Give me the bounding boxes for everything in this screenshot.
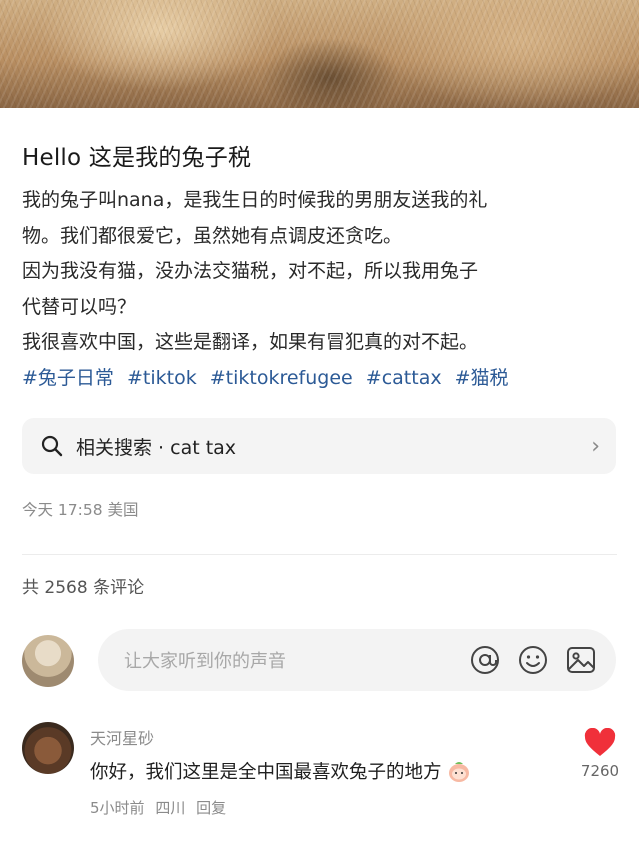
hashtag-link[interactable]: #猫税 <box>455 367 509 389</box>
post-line: 代替可以吗？ <box>22 295 137 318</box>
reply-button[interactable]: 回复 <box>196 799 226 817</box>
comment-input[interactable]: 让大家听到你的声音 <box>98 629 616 691</box>
post-line: 我很喜欢中国，这些是翻译，如果有冒犯真的对不起。 <box>22 331 479 353</box>
post-body: 我的兔子叫nana，是我生日的时候我的男朋友送我的礼 物。我们都很爱它，虽然她有… <box>22 183 622 396</box>
comment-input-placeholder: 让大家听到你的声音 <box>124 651 286 672</box>
post-line: 物。我们都很爱它，虽然她有点调皮还贪吃。 <box>22 224 403 247</box>
hashtag-link[interactable]: #兔子日常 <box>22 367 114 389</box>
post-line: 因为我没有猫，没办法交猫税，对不起，所以我用兔子 <box>22 260 479 282</box>
mention-icon[interactable] <box>468 643 502 677</box>
post-timestamp-location: 今天 17:58 美国 <box>22 501 139 519</box>
image-icon[interactable] <box>564 643 598 677</box>
peach-emoji-icon <box>448 762 469 782</box>
hashtag-link[interactable]: #cattax <box>366 367 442 389</box>
post-image[interactable] <box>0 0 639 108</box>
heart-icon <box>584 728 616 756</box>
hashtag-link[interactable]: #tiktok <box>127 367 197 389</box>
search-icon <box>41 435 63 457</box>
comment-location: 四川 <box>155 799 186 817</box>
comment-time: 5小时前 <box>90 799 145 817</box>
like-count: 7260 <box>580 762 620 780</box>
commenter-avatar[interactable] <box>22 722 74 774</box>
commenter-name[interactable]: 天河星砂 <box>90 725 154 749</box>
hashtag-link[interactable]: #tiktokrefugee <box>210 367 353 389</box>
chevron-right-icon: › <box>591 433 600 459</box>
post-line: 我的兔子叫nana，是我生日的时候我的男朋友送我的礼 <box>22 189 488 211</box>
post-title: Hello 这是我的兔子税 <box>22 145 252 171</box>
comment-body: 你好，我们这里是全中国最喜欢兔子的地方 <box>90 762 442 783</box>
emoji-icon[interactable] <box>516 643 550 677</box>
divider <box>22 554 617 555</box>
current-user-avatar[interactable] <box>22 635 74 687</box>
hashtag-list: #兔子日常 #tiktok #tiktokrefugee #cattax #猫税 <box>22 361 622 397</box>
comment-count: 共 2568 条评论 <box>22 578 145 598</box>
comment-meta: 5小时前 四川 回复 <box>90 797 232 818</box>
like-button[interactable]: 7260 <box>578 728 622 780</box>
related-search-label: 相关搜索 · cat tax <box>76 436 237 459</box>
comment-text[interactable]: 你好，我们这里是全中国最喜欢兔子的地方 <box>90 758 472 784</box>
related-search-bar[interactable]: 相关搜索 · cat tax › <box>22 418 616 474</box>
